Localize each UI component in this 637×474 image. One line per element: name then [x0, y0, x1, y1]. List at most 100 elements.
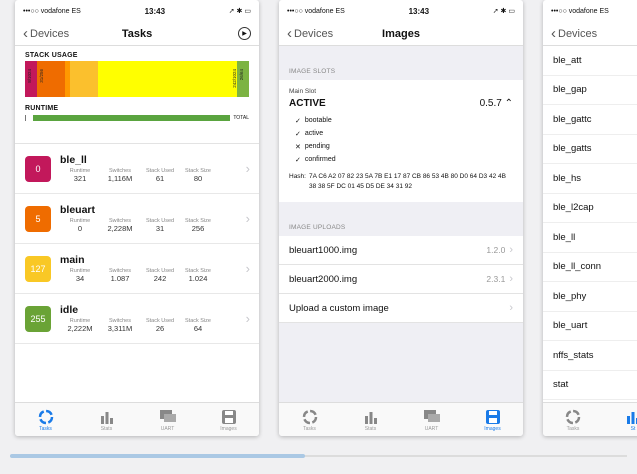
back-label: Devices — [294, 27, 334, 40]
carrier-label: •••○○ vodafone ES — [23, 7, 81, 15]
runtime-value: 2,222M — [67, 324, 93, 333]
status-bar: •••○○ vodafone ES — [543, 0, 637, 22]
nav-bar: ‹ Devices Tasks ▶ — [15, 22, 259, 46]
stack-segment — [69, 61, 99, 97]
bar-chart-icon — [100, 408, 114, 426]
hash-label: Hash: — [289, 173, 306, 180]
tab-label: Tasks — [566, 425, 580, 432]
stats-item[interactable]: ble_uart — [543, 312, 637, 341]
tab-stats[interactable]: Stats — [76, 403, 137, 436]
task-row[interactable]: 255 idle Runtime 2,222M Switches 3,311M St… — [15, 294, 259, 344]
tab-images[interactable]: Images — [198, 403, 259, 436]
image-uploads-header: IMAGE UPLOADS — [289, 224, 346, 231]
stats-item[interactable]: ble_ll — [543, 223, 637, 253]
switches-value: 1,116M — [107, 174, 133, 183]
slot-flags: ✓ bootable ✓ active ✕ pending ✓ confirmed — [295, 114, 513, 166]
chat-icon — [423, 408, 440, 426]
runtime-label: RUNTIME — [25, 105, 59, 112]
flag-item: ✓ active — [295, 127, 513, 140]
stack-size-value: 64 — [193, 324, 203, 333]
upload-version: 2.3.1 — [486, 274, 506, 284]
tab-label: Images — [220, 425, 237, 432]
tab-tasks[interactable]: Tasks — [15, 403, 76, 436]
tab-label: Images — [484, 425, 501, 432]
stats-item[interactable]: ble_gap — [543, 76, 637, 105]
chevron-right-icon: › — [509, 302, 513, 314]
tab-tasks[interactable]: Tasks — [279, 403, 340, 436]
stack-usage-chart: STACK USAGE 8/1024 31/256 242/1024 26/64 — [25, 52, 249, 97]
back-button[interactable]: ‹ Devices — [551, 26, 598, 41]
upload-custom-image[interactable]: Upload a custom image › — [279, 294, 523, 323]
task-row[interactable]: 5 bleuart Runtime 0 Switches 2,228M Stack … — [15, 194, 259, 244]
task-name: bleuart — [60, 204, 96, 216]
stats-item[interactable]: ble_att — [543, 46, 637, 76]
upload-name: bleuart2000.img — [289, 273, 358, 285]
upload-list: bleuart1000.img 1.2.0 › bleuart2000.img 2… — [279, 236, 523, 323]
task-id-badge: 255 — [25, 305, 51, 332]
stats-item[interactable]: ble_hs — [543, 164, 637, 194]
switches-value: 1.087 — [110, 274, 130, 283]
nav-bar: ‹ Devices — [543, 22, 637, 46]
back-label: Devices — [558, 27, 598, 40]
stats-item[interactable]: ble_phy — [543, 282, 637, 312]
tab-stats[interactable]: St — [603, 403, 637, 436]
tab-uart[interactable]: UART — [137, 403, 198, 436]
stats-item[interactable]: ble_gatts — [543, 135, 637, 164]
slot-name: Main Slot — [289, 88, 317, 95]
chevron-right-icon: › — [245, 261, 250, 276]
main-slot-card: Main Slot ACTIVE 0.5.7 ⌃ ✓ bootable ✓ acti… — [279, 80, 523, 202]
stats-item[interactable]: stat — [543, 371, 637, 400]
stats-list: ble_att ble_gap ble_gattc ble_gatts ble_hs bl… — [543, 46, 637, 400]
hash-value: 7A C6 A2 07 82 23 5A 7B E1 17 87 CB 86 5… — [308, 173, 506, 190]
runtime-value: 0 — [77, 224, 83, 233]
task-row[interactable]: 0 ble_ll Runtime 321 Switches 1,116M Stack… — [15, 144, 259, 194]
battery-icon: ➚ ✱ ▭ — [492, 8, 515, 15]
stats-screen: •••○○ vodafone ES ‹ Devices ble_att ble_g… — [543, 0, 637, 436]
flag-item: ✓ confirmed — [295, 153, 513, 166]
tasks-screen: •••○○ vodafone ES 13:43 ➚ ✱ ▭ ‹ Devices … — [15, 0, 259, 436]
stats-item[interactable]: ble_gattc — [543, 105, 637, 135]
stats-item[interactable]: nffs_stats — [543, 341, 637, 371]
tab-tasks[interactable]: Tasks — [543, 403, 603, 436]
tab-label: UART — [160, 425, 175, 432]
tab-bar: Tasks Stats UART Images — [15, 402, 259, 436]
back-button[interactable]: ‹ Devices — [23, 25, 70, 42]
switches-value: 2,228M — [107, 224, 133, 233]
play-icon[interactable]: ▶ — [238, 27, 251, 40]
tab-label: UART — [424, 425, 439, 432]
stats-item[interactable]: ble_l2cap — [543, 194, 637, 223]
stack-used-value: 26 — [155, 324, 165, 333]
task-id-badge: 127 — [25, 255, 51, 282]
upload-name: bleuart1000.img — [289, 244, 358, 256]
runtime-value: 321 — [73, 174, 87, 183]
runtime-chart: RUNTIME TOTAL — [25, 105, 249, 121]
task-row[interactable]: 127 main Runtime 34 Switches 1.087 Stack U… — [15, 244, 259, 294]
horizontal-scrollbar[interactable] — [10, 454, 305, 458]
slot-version: 0.5.7 — [479, 98, 502, 109]
upload-item[interactable]: bleuart2000.img 2.3.1 › — [279, 265, 523, 294]
upload-version: 1.2.0 — [486, 245, 506, 255]
chat-icon — [159, 408, 176, 426]
tab-uart[interactable]: UART — [401, 403, 462, 436]
flag-item: ✓ bootable — [295, 114, 513, 127]
stack-usage-bar: 8/1024 31/256 242/1024 26/64 — [25, 61, 249, 97]
stats-item[interactable]: ble_ll_conn — [543, 253, 637, 282]
tab-images[interactable]: Images — [462, 403, 523, 436]
upload-item[interactable]: bleuart1000.img 1.2.0 › — [279, 236, 523, 265]
tab-stats[interactable]: Stats — [340, 403, 401, 436]
back-label: Devices — [30, 27, 70, 40]
check-icon: ✓ — [295, 130, 301, 138]
status-bar: •••○○ vodafone ES 13:43 ➚ ✱ ▭ — [15, 0, 259, 22]
stack-segment: 31/256 — [36, 61, 66, 97]
carrier-label: •••○○ vodafone ES — [287, 7, 345, 15]
slot-version-toggle[interactable]: 0.5.7 ⌃ — [480, 98, 513, 109]
task-id-badge: 0 — [25, 155, 51, 182]
chevron-right-icon: › — [245, 311, 250, 326]
carrier-label: •••○○ vodafone ES — [551, 7, 609, 15]
task-name: main — [60, 254, 85, 266]
back-button[interactable]: ‹ Devices — [287, 26, 334, 41]
task-list: 0 ble_ll Runtime 321 Switches 1,116M Stack… — [15, 143, 259, 344]
flag-label: confirmed — [304, 156, 336, 163]
chevron-left-icon: ‹ — [23, 25, 28, 42]
flag-item: ✕ pending — [295, 140, 513, 153]
